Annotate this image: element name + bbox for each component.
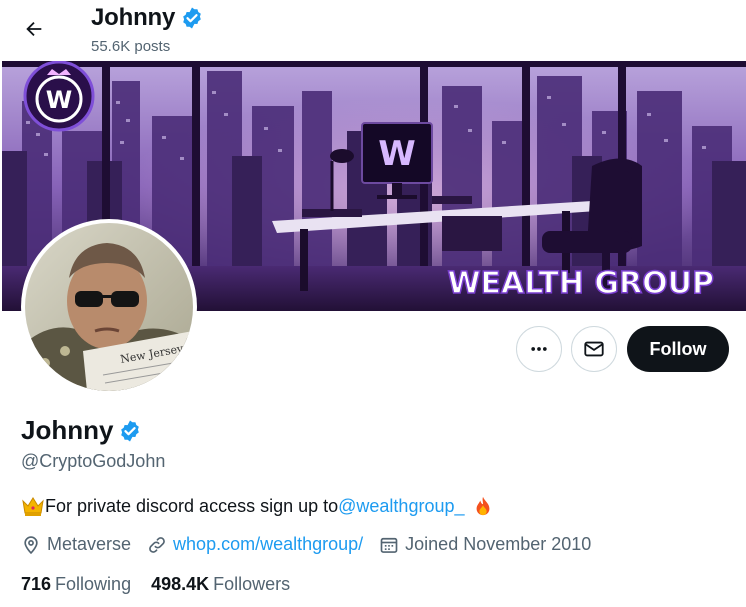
location-item: Metaverse [21, 534, 131, 555]
followers-link[interactable]: 498.4K Followers [151, 574, 290, 595]
profile-bio: For private discord access sign up to @w… [21, 495, 495, 517]
message-button[interactable] [571, 326, 617, 372]
website-link[interactable]: whop.com/wealthgroup/ [173, 534, 363, 555]
calendar-icon [380, 537, 398, 553]
joined-text: Joined November 2010 [405, 534, 592, 554]
website-item: whop.com/wealthgroup/ [147, 534, 363, 555]
banner-brand-text: WEALTH GROUP [447, 266, 714, 301]
banner-logo-letter: W [46, 86, 72, 114]
followers-label: Followers [213, 574, 291, 594]
follow-button[interactable]: Follow [627, 326, 729, 372]
following-label: Following [55, 574, 132, 594]
link-icon [149, 536, 165, 553]
bio-text: For private discord access sign up to [45, 495, 339, 516]
envelope-icon [584, 341, 604, 357]
followers-count: 498.4K [151, 574, 210, 594]
location-text: Metaverse [47, 534, 132, 554]
joined-item: Joined November 2010 [379, 534, 591, 555]
following-count: 716 [21, 574, 52, 594]
profile-handle: @CryptoGodJohn [21, 451, 166, 471]
profile-avatar[interactable]: New Jersey [21, 219, 197, 395]
crown-emoji-icon [22, 497, 44, 516]
bio-mention-link[interactable]: @wealthgroup_ [338, 496, 464, 517]
top-bar: Johnny 55.6K posts [0, 0, 746, 60]
location-pin-icon [24, 535, 38, 554]
header-name: Johnny [91, 4, 176, 31]
more-dots-icon [531, 347, 547, 351]
back-button[interactable] [14, 9, 54, 49]
fire-emoji-icon [476, 496, 489, 516]
following-link[interactable]: 716 Following [21, 574, 131, 595]
profile-name-row: Johnny [21, 415, 142, 446]
svg-text:W: W [378, 134, 416, 174]
more-options-button[interactable] [516, 326, 562, 372]
profile-meta: Metaverse whop.com/wealthgroup/ Joined N… [21, 534, 607, 555]
header-title: Johnny [91, 4, 204, 32]
profile-name: Johnny [21, 415, 114, 445]
back-arrow-icon [26, 21, 42, 37]
profile-stats: 716 Following 498.4K Followers [21, 574, 310, 595]
verified-badge-icon [183, 7, 201, 29]
verified-badge-icon[interactable] [118, 419, 142, 443]
header-post-count: 55.6K posts [91, 38, 171, 55]
